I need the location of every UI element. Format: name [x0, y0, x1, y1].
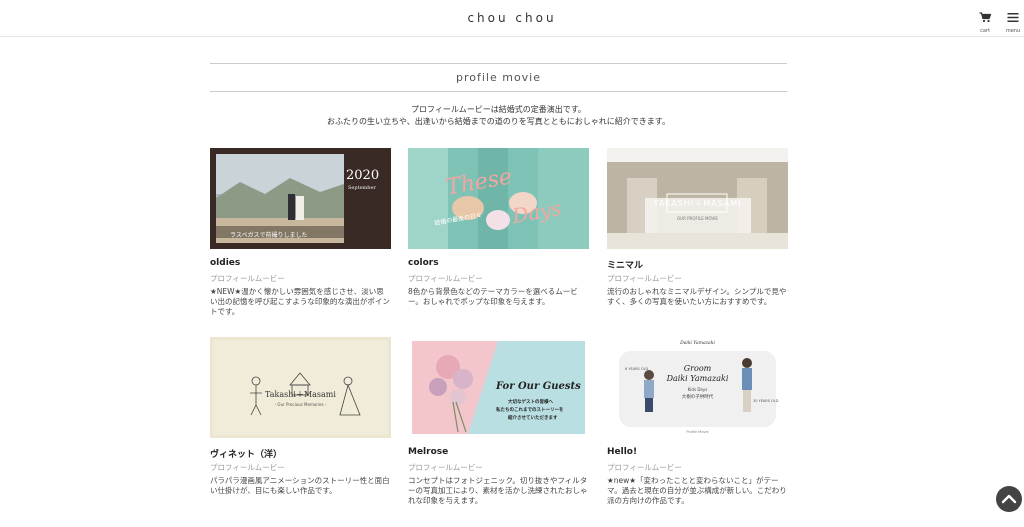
thumb-bottom: Profile Movie [686, 430, 709, 434]
product-description: ★NEW★温かく懐かしい雰囲気を感じさせ、淡い思い出の記憶を呼び起こすような印象… [210, 287, 390, 316]
product-title[interactable]: Melrose [408, 447, 589, 459]
product-title[interactable]: ヴィネット（洋） [210, 447, 391, 460]
product-card-minimal[interactable]: TAKASHI＋MASAMI OUR PROFILE MOVIE ミニマル プロ… [607, 148, 788, 307]
thumb-month: September [348, 185, 376, 191]
thumb-caption: ラスベガスで前撮りしました [230, 232, 308, 239]
cart-button[interactable]: cart [975, 8, 995, 34]
product-title[interactable]: ミニマル [607, 258, 788, 271]
product-card-hello[interactable]: Daiki Yamazaki Groom Daiki Yamazaki Kids… [607, 337, 788, 506]
thumb-subtitle-3: 紹介させていただきます [508, 416, 558, 421]
product-title[interactable]: colors [408, 258, 589, 270]
thumb-title: TAKASHI＋MASAMI [653, 199, 742, 208]
thumb-subtitle: - Our Precious Memories - [274, 402, 327, 407]
chevron-up-icon [1001, 494, 1017, 504]
menu-label: menu [1005, 28, 1021, 34]
product-description: パラパラ漫画風アニメーションのストーリー性と面白い仕掛けが、目にも楽しい作品です… [210, 476, 390, 495]
product-thumbnail[interactable]: For Our Guests 大切なゲストの皆様へ 私たちのこれまでのストーリー… [408, 337, 589, 438]
intro-line-2: おふたりの生い立ちや、出逢いから結婚までの道のりを写真とともにおしゃれに紹介でき… [327, 117, 670, 126]
product-card-oldies[interactable]: 2020 September ラスベガスで前撮りしました oldies プロフィ… [210, 148, 391, 317]
product-description: ★new★「変わったことと変わらないこと」がテーマ。過去と現在の自分が並ぶ構成が… [607, 476, 787, 505]
back-to-top-button[interactable] [996, 486, 1022, 512]
thumb-subtitle-2: 私たちのこれまでのストーリーを [496, 408, 564, 413]
product-category: プロフィールムービー [607, 463, 682, 472]
product-description: 流行のおしゃれなミニマルデザイン。シンプルで見やすく、多くの写真を使いたい方にお… [607, 287, 787, 306]
cart-label: cart [980, 28, 990, 34]
product-category: プロフィールムービー [607, 274, 682, 283]
thumb-subtitle-1: 大切なゲストの皆様へ [508, 400, 553, 405]
product-thumbnail[interactable]: 2020 September ラスベガスで前撮りしました [210, 148, 391, 249]
thumb-subtitle: OUR PROFILE MOVIE [677, 216, 718, 221]
product-category: プロフィールムービー [210, 463, 285, 472]
section-intro: プロフィールムービーは結婚式の定番演出です。 おふたりの生い立ちや、出逢いから結… [210, 104, 787, 128]
product-thumbnail[interactable]: Daiki Yamazaki Groom Daiki Yamazaki Kids… [607, 337, 788, 438]
menu-button[interactable]: menu [1003, 8, 1023, 34]
product-thumbnail[interactable]: Takashi＋Masami - Our Precious Memories - [210, 337, 391, 438]
thumb-year: 2020 [346, 168, 380, 183]
product-title[interactable]: Hello! [607, 447, 788, 459]
product-description: コンセプトはフォトジェニック。切り抜きやフィルターの写真加工により、素材を活かし… [408, 476, 588, 505]
product-category: プロフィールムービー [408, 463, 483, 472]
section-title: profile movie [210, 63, 787, 92]
thumb-title: Takashi＋Masami [265, 390, 336, 399]
site-logo[interactable]: chou chou [0, 11, 1024, 25]
thumb-title-2: Daiki Yamazaki [666, 374, 729, 383]
cart-icon [979, 12, 992, 23]
product-card-colors[interactable]: These Days 結婚の最後の日々 colors プロフィールムービー 8色… [408, 148, 589, 307]
product-thumbnail[interactable]: These Days 結婚の最後の日々 [408, 148, 589, 249]
thumb-title: For Our Guests [496, 381, 581, 392]
product-category: プロフィールムービー [408, 274, 483, 283]
product-card-vignette[interactable]: Takashi＋Masami - Our Precious Memories -… [210, 337, 391, 496]
product-description: 8色から背景色などのテーマカラーを選べるムービー。おしゃれでポップな印象を与えま… [408, 287, 578, 306]
site-header: chou chou cart menu [0, 0, 1024, 37]
product-thumbnail[interactable]: TAKASHI＋MASAMI OUR PROFILE MOVIE [607, 148, 788, 249]
product-card-melrose[interactable]: For Our Guests 大切なゲストの皆様へ 私たちのこれまでのストーリー… [408, 337, 589, 506]
thumb-age-left: 6 YEARS OLD [625, 367, 649, 371]
hamburger-icon [1007, 13, 1019, 22]
thumb-top: Daiki Yamazaki [680, 341, 715, 346]
thumb-title-3: Kids Days [687, 387, 708, 392]
intro-line-1: プロフィールムービーは結婚式の定番演出です。 [411, 105, 586, 114]
thumb-age-right: 30 YEARS OLD [753, 399, 779, 403]
product-title[interactable]: oldies [210, 258, 391, 270]
product-category: プロフィールムービー [210, 274, 285, 283]
